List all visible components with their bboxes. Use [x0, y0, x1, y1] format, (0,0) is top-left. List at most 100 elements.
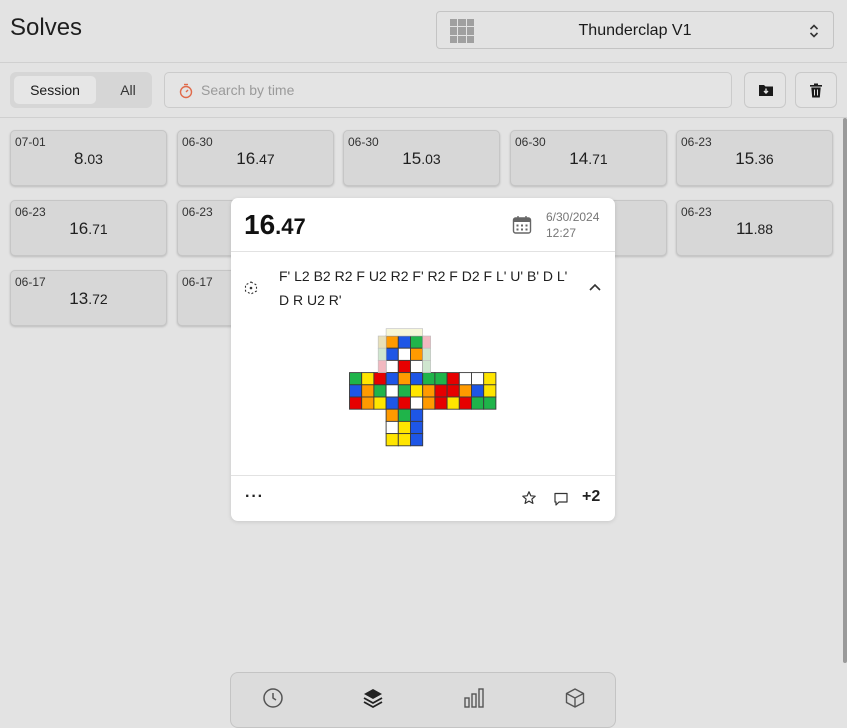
scrollbar[interactable] [843, 118, 847, 663]
cube-sticker [434, 372, 448, 386]
cube-sticker [410, 372, 424, 386]
cube-sticker [483, 372, 497, 386]
cube-sticker [446, 372, 460, 386]
cube-sticker [373, 384, 387, 398]
import-button[interactable] [744, 72, 786, 108]
cube-sticker [397, 359, 411, 374]
solve-date: 06-23 [15, 205, 46, 219]
cube-sticker [410, 359, 424, 374]
cube-sticker [397, 347, 411, 361]
cube-sticker [410, 408, 424, 422]
cube-sticker [385, 396, 399, 410]
cube-icon[interactable] [564, 687, 586, 709]
plus-two-button[interactable]: +2 [582, 488, 600, 506]
cube-sticker [483, 384, 497, 398]
solve-card[interactable]: 06-30 15.03 [343, 130, 500, 186]
solve-date: 07-01 [15, 135, 46, 149]
solve-card[interactable]: 06-23 15.36 [676, 130, 833, 186]
cube-hint-sticker [422, 335, 431, 349]
solve-card[interactable]: 06-17 13.72 [10, 270, 167, 326]
cube-sticker [397, 420, 411, 435]
cube-sticker [434, 396, 448, 410]
cube-sticker [422, 396, 436, 410]
cube-sticker [458, 396, 472, 410]
more-button[interactable]: ··· [245, 488, 264, 506]
delete-button[interactable] [795, 72, 837, 108]
comment-icon[interactable] [553, 491, 569, 507]
cube-sticker [458, 372, 472, 386]
cube-sticker [410, 433, 424, 447]
cube-sticker [397, 396, 411, 410]
cube-sticker [385, 347, 399, 361]
cube-sticker [397, 384, 411, 398]
solve-detail-card: 16.47 6/30/2024 12:27 F' L2 B2 R2 F U2 R… [231, 198, 615, 521]
solve-date: 06-17 [15, 275, 46, 289]
solve-date: 06-30 [515, 135, 546, 149]
session-toggle: Session All [10, 72, 152, 108]
solve-card[interactable]: 06-23 16.71 [10, 200, 167, 256]
cube-sticker [349, 372, 363, 386]
cube-sticker [471, 396, 485, 410]
cube-sticker [373, 396, 387, 410]
cube-sticker [422, 384, 436, 398]
solve-date: 06-23 [182, 205, 213, 219]
tab-session[interactable]: Session [14, 76, 96, 104]
page-title: Solves [10, 14, 83, 41]
solve-card[interactable]: 06-30 16.47 [177, 130, 334, 186]
cube-sticker [397, 335, 411, 349]
cube-sticker [397, 433, 411, 447]
cube-sticker [446, 396, 460, 410]
cube-sticker [410, 335, 424, 349]
cube-sticker [361, 372, 375, 386]
cube-sticker [373, 372, 387, 386]
solve-date: 06-23 [681, 135, 712, 149]
cube-sticker [349, 384, 363, 398]
cube-sticker [385, 420, 399, 435]
cube-sticker [385, 372, 399, 386]
cube-sticker [385, 433, 399, 447]
cube-sticker [471, 384, 485, 398]
cube-sticker [397, 408, 411, 422]
bottom-nav [230, 672, 616, 728]
cube-sticker [397, 372, 411, 386]
cube-sticker [410, 396, 424, 410]
folder-download-icon [759, 85, 773, 96]
cube-hint-sticker [422, 347, 431, 361]
cube-sticker [410, 420, 424, 435]
cube-sticker [361, 384, 375, 398]
cube-sticker [446, 384, 460, 398]
cube-sticker [385, 408, 399, 422]
solve-card[interactable]: 07-01 8.03 [10, 130, 167, 186]
bar-chart-icon[interactable] [463, 687, 485, 709]
cube-sticker [361, 396, 375, 410]
star-icon[interactable] [521, 490, 537, 506]
cube-sticker [349, 396, 363, 410]
cube-select[interactable]: Thunderclap V1 [436, 11, 834, 49]
cube-sticker [410, 347, 424, 361]
cube-sticker [422, 372, 436, 386]
solve-time: 11.88 [735, 219, 774, 238]
cube-hint-sticker [377, 347, 387, 361]
cube-sticker [385, 359, 399, 374]
solve-time: 16.47 [236, 149, 275, 168]
cube-hint-sticker [385, 328, 424, 337]
solve-time: 13.72 [69, 289, 108, 308]
layers-icon[interactable] [362, 687, 384, 709]
solve-card[interactable]: 06-23 11.88 [676, 200, 833, 256]
cube-name: Thunderclap V1 [578, 22, 692, 39]
search-input[interactable]: Search by time [164, 72, 732, 108]
stopwatch-icon [179, 83, 193, 99]
solve-date: 06-17 [182, 275, 213, 289]
cube-sticker [434, 384, 448, 398]
tab-all[interactable]: All [106, 76, 150, 104]
cube-net-preview [349, 328, 497, 447]
clock-icon[interactable] [262, 687, 284, 709]
solve-time: 8.03 [74, 149, 103, 168]
solve-date: 06-30 [182, 135, 213, 149]
solve-card[interactable]: 06-30 14.71 [510, 130, 667, 186]
solve-time: 16.71 [69, 219, 108, 238]
cube-hint-sticker [422, 360, 431, 373]
header: Solves Thunderclap V1 [0, 0, 847, 63]
solve-time: 15.36 [735, 149, 774, 168]
cube-sticker [385, 335, 399, 349]
